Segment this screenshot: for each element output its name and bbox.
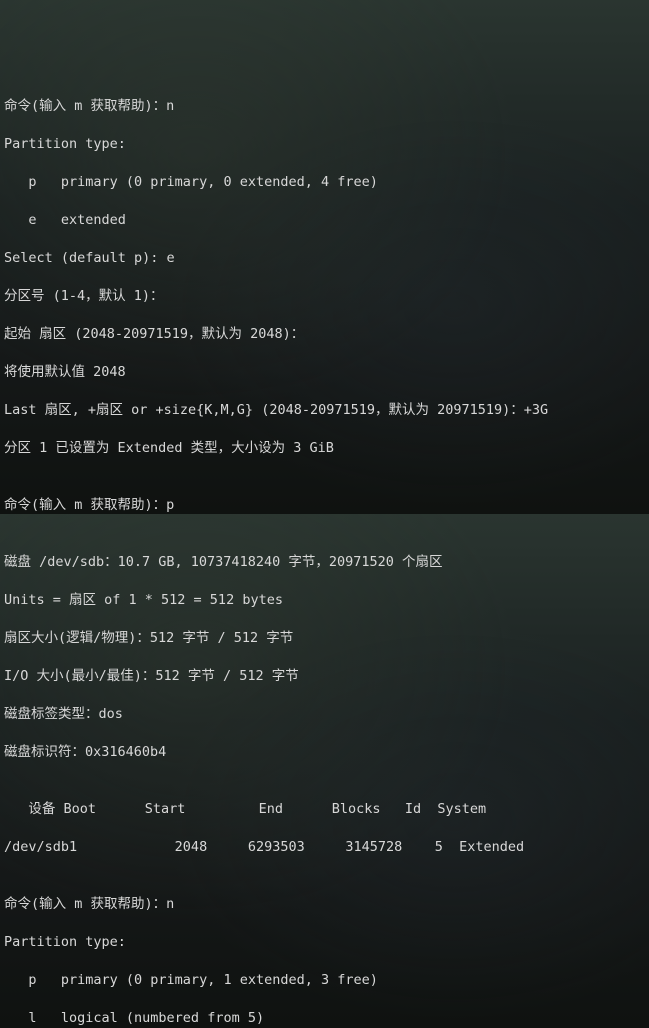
terminal-line: 分区 1 已设置为 Extended 类型，大小设为 3 GiB: [4, 439, 645, 458]
terminal-line: Select (default p): e: [4, 249, 645, 268]
terminal-line: Partition type:: [4, 135, 645, 154]
terminal-line: 扇区大小(逻辑/物理)：512 字节 / 512 字节: [4, 629, 645, 648]
terminal-line: 命令(输入 m 获取帮助)：p: [4, 496, 645, 515]
terminal-line: 将使用默认值 2048: [4, 363, 645, 382]
terminal-line: Units = 扇区 of 1 * 512 = 512 bytes: [4, 591, 645, 610]
terminal-line: 设备 Boot Start End Blocks Id System: [4, 800, 645, 819]
terminal-line: p primary (0 primary, 0 extended, 4 free…: [4, 173, 645, 192]
terminal-line: 命令(输入 m 获取帮助)：n: [4, 895, 645, 914]
terminal-line: /dev/sdb1 2048 6293503 3145728 5 Extende…: [4, 838, 645, 857]
terminal-line: 分区号 (1-4，默认 1)：: [4, 287, 645, 306]
terminal-line: p primary (0 primary, 1 extended, 3 free…: [4, 971, 645, 990]
terminal-line: I/O 大小(最小/最佳)：512 字节 / 512 字节: [4, 667, 645, 686]
terminal-line: 命令(输入 m 获取帮助)：n: [4, 97, 645, 116]
terminal-line: 磁盘标识符：0x316460b4: [4, 743, 645, 762]
terminal-line: Last 扇区, +扇区 or +size{K,M,G} (2048-20971…: [4, 401, 645, 420]
terminal-output[interactable]: 命令(输入 m 获取帮助)：n Partition type: p primar…: [4, 78, 645, 588]
terminal-line: e extended: [4, 211, 645, 230]
terminal-line: Partition type:: [4, 933, 645, 952]
terminal-line: 磁盘 /dev/sdb：10.7 GB, 10737418240 字节，2097…: [4, 553, 645, 572]
terminal-line: 起始 扇区 (2048-20971519，默认为 2048)：: [4, 325, 645, 344]
terminal-line: 磁盘标签类型：dos: [4, 705, 645, 724]
terminal-line: l logical (numbered from 5): [4, 1009, 645, 1028]
